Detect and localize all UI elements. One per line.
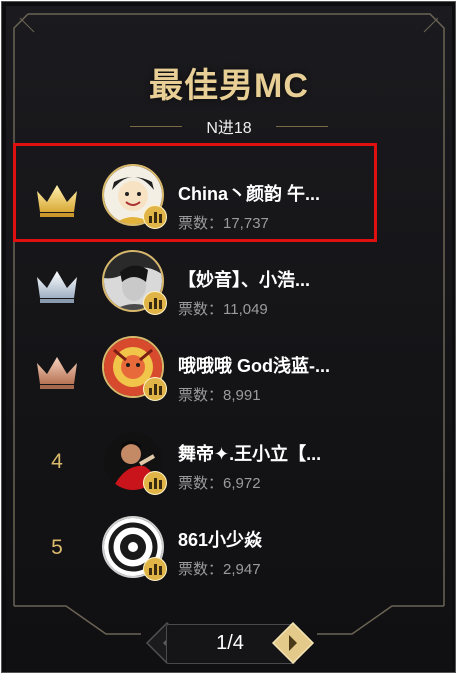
subtitle-row: N进18 [6,115,452,137]
avatar[interactable] [102,516,167,581]
avatar[interactable] [102,336,167,401]
pagination: 1/4 [144,620,316,666]
bar-chart-badge-icon [143,471,167,495]
screenshot-frame: 最佳男MC N进18 China丶颜韵 午... 票数：17,737 【妙音】、… [1,1,456,673]
rank-number: 5 [51,536,63,559]
rank-number: 4 [51,450,63,473]
ranking-row-2[interactable]: 【妙音】、小浩... 票数：11,049 [18,238,438,324]
bar-chart-badge-icon [143,377,167,401]
silver-crown-icon [37,271,77,303]
avatar[interactable] [102,250,167,315]
leaderboard-panel: 最佳男MC N进18 China丶颜韵 午... 票数：17,737 【妙音】、… [6,6,452,671]
vote-count: 票数：2,947 [178,561,261,578]
divider-right [275,125,328,127]
chevron-right-icon[interactable] [270,620,316,666]
bar-chart-badge-icon [143,291,167,315]
ranking-row-4[interactable]: 4 舞帝✦.王小立【... 票数：6,972 [18,410,438,496]
round-subtitle: N进18 [206,120,252,137]
vote-count: 票数：11,049 [178,301,268,318]
bronze-crown-icon [37,357,77,389]
selection-highlight [13,143,377,242]
avatar[interactable] [102,430,167,495]
divider-left [130,125,183,127]
vote-count: 票数：8,991 [178,387,261,404]
contestant-name: 哦哦哦 God浅蓝-... [178,356,330,376]
vote-count: 票数：6,972 [178,475,261,492]
contestant-name: 舞帝✦.王小立【... [178,444,322,464]
contestant-name: 【妙音】、小浩... [178,270,311,290]
ranking-row-5[interactable]: 5 861小少焱 票数：2,947 [18,496,438,582]
ranking-row-3[interactable]: 哦哦哦 God浅蓝-... 票数：8,991 [18,324,438,410]
bar-chart-badge-icon [143,557,167,581]
contestant-name: 861小少焱 [178,530,263,550]
panel-title: 最佳男MC [149,67,309,105]
